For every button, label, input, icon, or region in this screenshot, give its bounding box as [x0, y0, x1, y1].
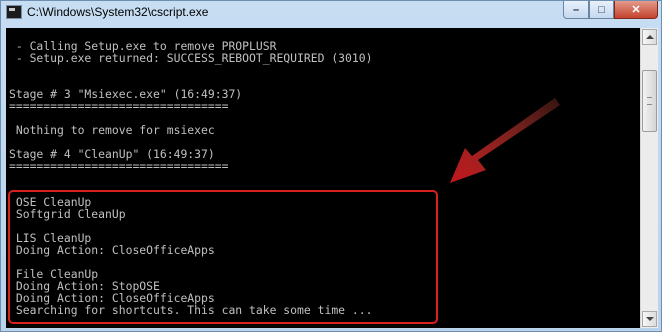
red-arrow-icon	[450, 98, 560, 183]
